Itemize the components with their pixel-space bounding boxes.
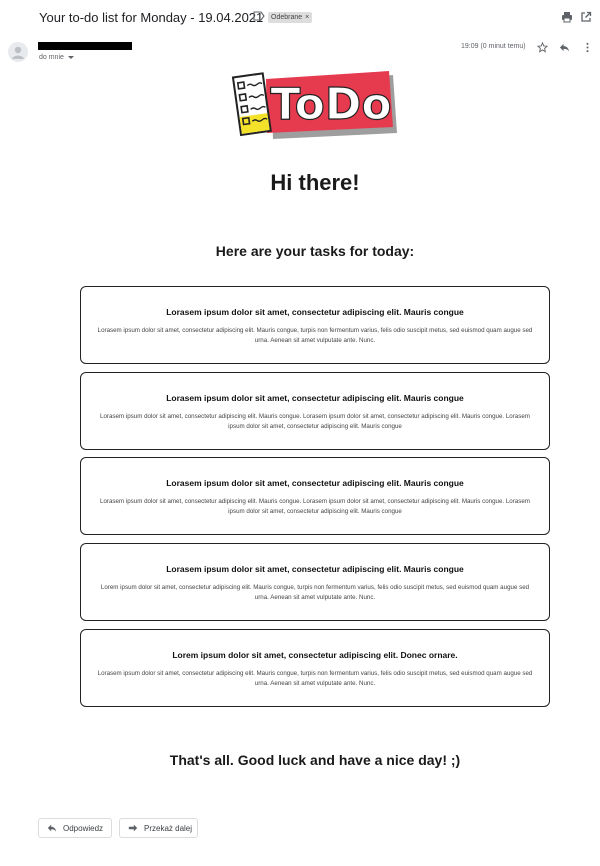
email-subject: Your to-do list for Monday - 19.04.2021 bbox=[39, 10, 264, 25]
task-description: Lorasem ipsum dolor sit amet, consectetu… bbox=[100, 413, 530, 430]
closing-message: That's all. Good luck and have a nice da… bbox=[169, 752, 461, 768]
task-description: Lorem ipsum dolor sit amet, consectetur … bbox=[100, 584, 530, 601]
task-title: Lorasem ipsum dolor sit amet, consectetu… bbox=[166, 564, 464, 574]
todo-logo: ToDo bbox=[231, 71, 397, 139]
inbox-label-text: Odebrane bbox=[271, 14, 303, 21]
remove-label-icon[interactable]: × bbox=[305, 14, 309, 21]
task-card: Lorasem ipsum dolor sit amet, consectetu… bbox=[80, 457, 550, 535]
reply-button-label: Odpowiedz bbox=[63, 823, 104, 833]
task-title: Lorem ipsum dolor sit amet, consectetur … bbox=[172, 650, 458, 660]
reply-icon bbox=[47, 824, 57, 832]
task-description: Lorasem ipsum dolor sit amet, consectetu… bbox=[100, 498, 530, 515]
email-header: Your to-do list for Monday - 19.04.2021 … bbox=[0, 0, 600, 34]
print-icon[interactable] bbox=[561, 11, 573, 23]
avatar-icon[interactable] bbox=[8, 42, 28, 62]
task-description: Lorasem ipsum dolor sit amet, consectetu… bbox=[97, 670, 533, 687]
task-card: Lorasem ipsum dolor sit amet, consectetu… bbox=[80, 543, 550, 621]
task-title: Lorasem ipsum dolor sit amet, consectetu… bbox=[166, 307, 464, 317]
reply-button[interactable]: Odpowiedz bbox=[38, 818, 112, 838]
recipient-details[interactable]: do mnie bbox=[39, 54, 74, 61]
sender-name-redacted bbox=[38, 42, 132, 50]
star-icon[interactable] bbox=[537, 42, 548, 53]
greeting-heading: Hi there! bbox=[270, 170, 360, 195]
inbox-label-chip[interactable]: Odebrane × bbox=[268, 12, 313, 23]
task-title: Lorasem ipsum dolor sit amet, consectetu… bbox=[166, 393, 464, 403]
logo-text: ToDo bbox=[270, 79, 391, 130]
label-icon[interactable] bbox=[253, 11, 265, 21]
forward-icon bbox=[128, 824, 138, 832]
task-title: Lorasem ipsum dolor sit amet, consectetu… bbox=[166, 478, 464, 488]
sender-row: do mnie 19:09 (0 minut temu) bbox=[0, 38, 600, 68]
email-timestamp: 19:09 (0 minut temu) bbox=[461, 43, 526, 50]
task-card: Lorem ipsum dolor sit amet, consectetur … bbox=[80, 629, 550, 707]
open-in-new-window-icon[interactable] bbox=[580, 11, 592, 23]
task-card: Lorasem ipsum dolor sit amet, consectetu… bbox=[80, 286, 550, 364]
forward-button[interactable]: Przekaż dalej bbox=[119, 818, 198, 838]
recipient-text: do mnie bbox=[39, 54, 64, 61]
task-card: Lorasem ipsum dolor sit amet, consectetu… bbox=[80, 372, 550, 450]
more-options-icon[interactable] bbox=[582, 42, 593, 53]
reply-icon[interactable] bbox=[559, 42, 570, 53]
tasks-intro: Here are your tasks for today: bbox=[215, 243, 415, 259]
task-description: Lorasem ipsum dolor sit amet, consectetu… bbox=[97, 327, 533, 344]
dropdown-arrow-icon[interactable] bbox=[67, 55, 74, 60]
forward-button-label: Przekaż dalej bbox=[144, 823, 193, 833]
